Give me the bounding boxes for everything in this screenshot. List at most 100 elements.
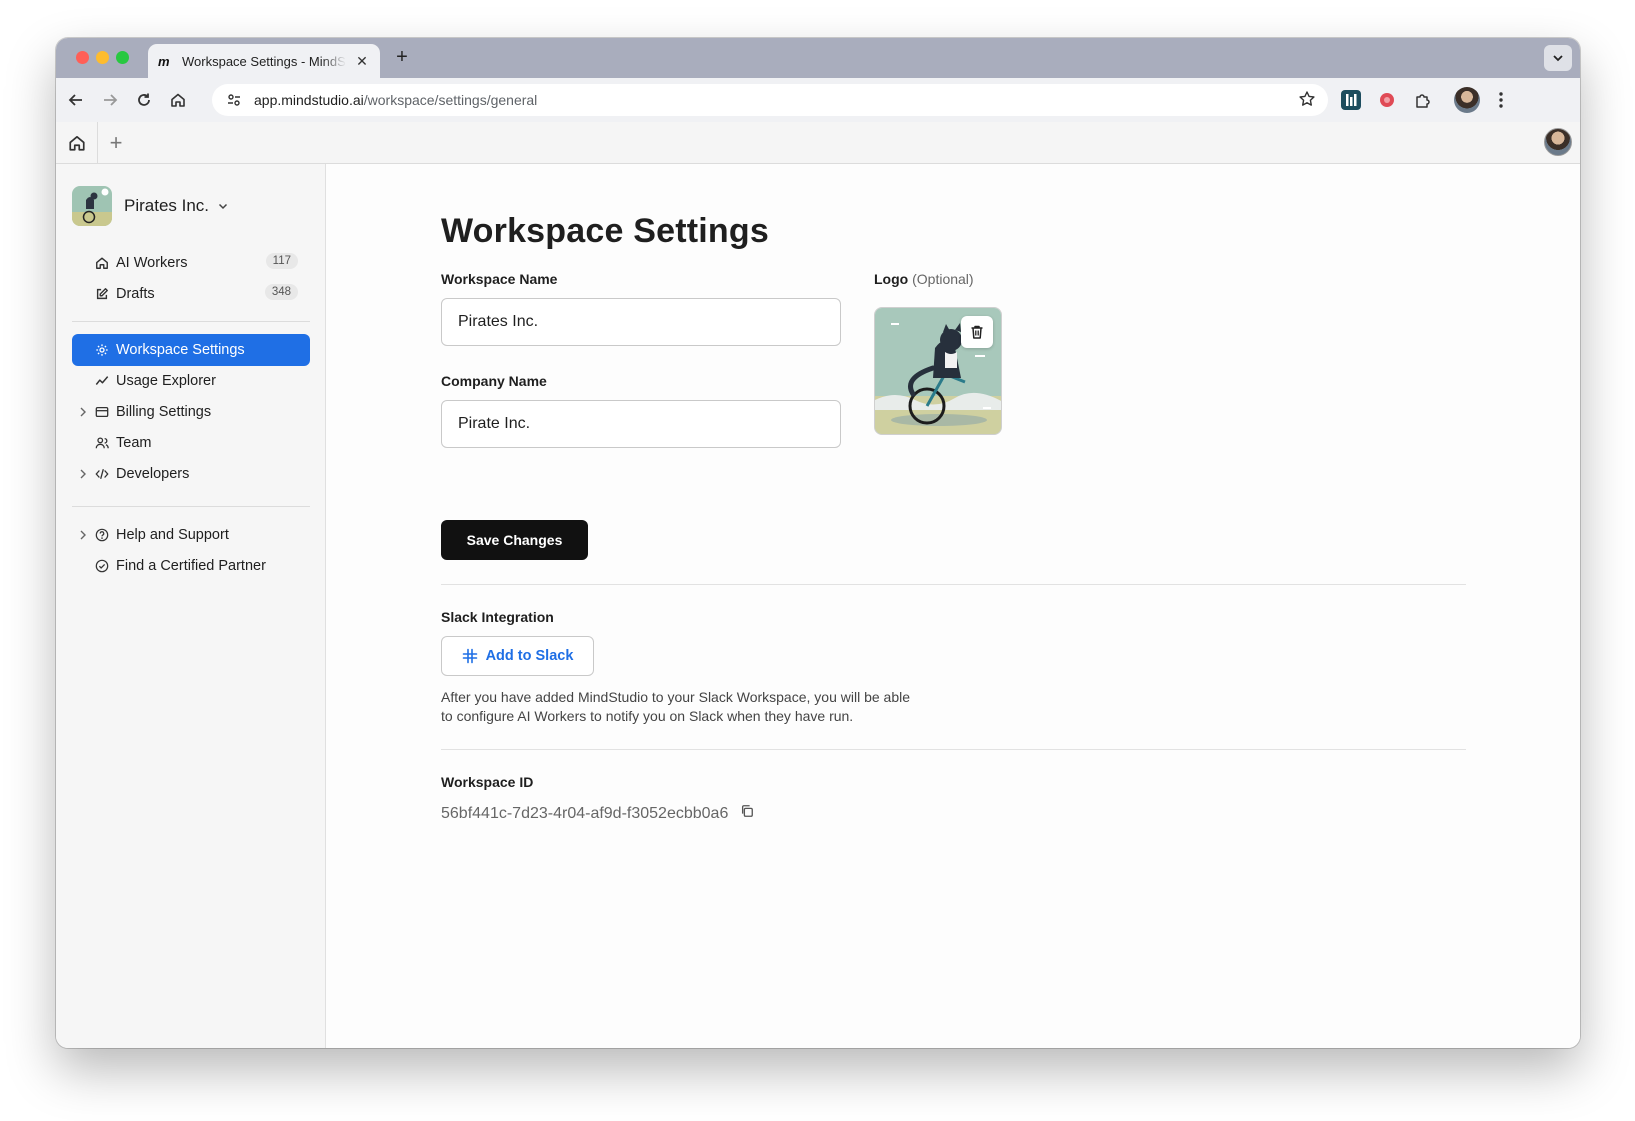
- badge-check-icon: [94, 558, 110, 574]
- home-icon: [94, 255, 110, 271]
- company-name-label: Company Name: [441, 373, 547, 389]
- extensions-puzzle-icon[interactable]: [1412, 89, 1434, 111]
- company-name-input[interactable]: [441, 400, 841, 448]
- address-bar[interactable]: app.mindstudio.ai/workspace/settings/gen…: [212, 84, 1328, 116]
- url-host: app.mindstudio.ai: [254, 92, 364, 108]
- logo-optional-text: (Optional): [912, 271, 974, 287]
- count-badge: 117: [265, 253, 298, 269]
- sidebar-item-drafts[interactable]: Drafts 348: [72, 278, 310, 310]
- reload-icon: [138, 93, 150, 106]
- sidebar-item-label: Team: [116, 435, 152, 451]
- card-icon: [94, 404, 110, 420]
- maximize-window-button[interactable]: [116, 51, 129, 64]
- tab-search-button[interactable]: [1544, 45, 1572, 71]
- sidebar-item-billing-settings[interactable]: Billing Settings: [72, 396, 310, 428]
- workspace-name: Pirates Inc.: [124, 196, 210, 215]
- app-home-button[interactable]: [56, 122, 98, 163]
- chevron-down-icon: [219, 203, 228, 210]
- tab-close-icon[interactable]: ✕: [354, 53, 370, 70]
- url-text: app.mindstudio.ai/workspace/settings/gen…: [254, 92, 537, 108]
- browser-menu-icon[interactable]: [1490, 89, 1512, 111]
- sidebar-item-label: AI Workers: [116, 255, 188, 271]
- delete-logo-button[interactable]: [961, 316, 993, 348]
- add-tab-button[interactable]: +: [104, 130, 128, 156]
- tab-strip: m Workspace Settings - MindStudio ✕ +: [56, 38, 1580, 78]
- browser-window: m Workspace Settings - MindStudio ✕ + ap…: [56, 38, 1580, 1048]
- chevron-right-icon[interactable]: [76, 404, 90, 420]
- sidebar-item-label: Developers: [116, 466, 190, 482]
- app-top-bar: +: [56, 122, 1580, 164]
- workspace-logo: [72, 186, 112, 226]
- user-avatar[interactable]: [1544, 128, 1572, 156]
- new-tab-button[interactable]: +: [390, 46, 414, 69]
- page-title: Workspace Settings: [441, 212, 769, 250]
- sidebar-item-label: Drafts: [116, 286, 155, 302]
- chevron-down-icon: [1553, 55, 1563, 62]
- minimize-window-button[interactable]: [96, 51, 109, 64]
- save-changes-button[interactable]: Save Changes: [441, 520, 588, 560]
- slack-description-line: After you have added MindStudio to your …: [441, 689, 910, 705]
- sidebar-item-label: Usage Explorer: [116, 373, 216, 389]
- users-icon: [94, 435, 110, 451]
- browser-tab[interactable]: m Workspace Settings - MindStudio ✕: [148, 44, 380, 78]
- count-badge: 348: [264, 284, 298, 300]
- arrow-left-icon: [68, 94, 82, 106]
- chevron-right-icon[interactable]: [76, 527, 90, 543]
- forward-button[interactable]: [98, 88, 122, 112]
- sidebar-item-label: Workspace Settings: [116, 342, 245, 358]
- chevron-right-icon[interactable]: [76, 466, 90, 482]
- sidebar-item-workspace-settings[interactable]: Workspace Settings: [72, 334, 310, 366]
- logo-label: Logo (Optional): [874, 271, 974, 287]
- gear-icon: [94, 342, 110, 358]
- sidebar-divider: [72, 506, 310, 507]
- extension-red-icon[interactable]: [1376, 89, 1398, 111]
- slack-integration-label: Slack Integration: [441, 609, 554, 625]
- copy-icon[interactable]: [740, 804, 754, 823]
- workspace-id-value: 56bf441c-7d23-4r04-af9d-f3052ecbb0a6: [441, 804, 729, 822]
- trash-icon: [971, 325, 983, 339]
- profile-avatar[interactable]: [1454, 87, 1480, 113]
- section-divider: [441, 749, 1466, 750]
- main-content: Workspace Settings Workspace Name Compan…: [326, 164, 1580, 1048]
- site-settings-icon[interactable]: [224, 90, 244, 110]
- back-button[interactable]: [64, 88, 88, 112]
- extension-icon[interactable]: [1340, 89, 1362, 111]
- workspace-id-row: 56bf441c-7d23-4r04-af9d-f3052ecbb0a6: [441, 804, 754, 823]
- arrow-right-icon: [104, 94, 118, 106]
- bookmark-star-icon[interactable]: [1298, 90, 1316, 113]
- add-to-slack-button[interactable]: Add to Slack: [441, 636, 594, 676]
- workspace-name-input[interactable]: [441, 298, 841, 346]
- sidebar-item-label: Help and Support: [116, 527, 229, 543]
- workspace-switcher[interactable]: Pirates Inc.: [72, 186, 229, 226]
- sidebar-item-usage-explorer[interactable]: Usage Explorer: [72, 365, 310, 397]
- sidebar-item-find-certified-partner[interactable]: Find a Certified Partner: [72, 550, 310, 582]
- home-icon: [68, 135, 85, 151]
- tab-title: Workspace Settings - MindStudio: [182, 53, 346, 69]
- slack-icon: [462, 648, 477, 664]
- slack-description-line: to configure AI Workers to notify you on…: [441, 708, 854, 724]
- url-path: /workspace/settings/general: [363, 92, 538, 108]
- close-window-button[interactable]: [76, 51, 89, 64]
- sidebar-item-label: Find a Certified Partner: [116, 558, 266, 574]
- logo-preview[interactable]: [874, 307, 1002, 435]
- home-button[interactable]: [166, 88, 190, 112]
- logo-label-text: Logo: [874, 271, 909, 287]
- workspace-name-label: Workspace Name: [441, 271, 558, 287]
- sidebar-item-help-and-support[interactable]: Help and Support: [72, 519, 310, 551]
- sidebar-item-label: Billing Settings: [116, 404, 212, 420]
- slack-description: After you have added MindStudio to your …: [441, 688, 951, 726]
- section-divider: [441, 584, 1466, 585]
- mindstudio-favicon-icon: m: [158, 53, 170, 69]
- reload-button[interactable]: [132, 88, 156, 112]
- sidebar-item-team[interactable]: Team: [72, 427, 310, 459]
- trend-icon: [94, 373, 110, 389]
- browser-toolbar: app.mindstudio.ai/workspace/settings/gen…: [56, 78, 1580, 122]
- add-to-slack-label: Add to Slack: [485, 648, 574, 664]
- help-icon: [94, 527, 110, 543]
- workspace-id-label: Workspace ID: [441, 774, 534, 790]
- sidebar-item-ai-workers[interactable]: AI Workers 117: [72, 247, 310, 279]
- code-icon: [94, 466, 110, 482]
- sidebar-divider: [72, 321, 310, 322]
- sidebar: Pirates Inc. AI Workers 117 Drafts 348 W…: [56, 164, 326, 1048]
- sidebar-item-developers[interactable]: Developers: [72, 458, 310, 490]
